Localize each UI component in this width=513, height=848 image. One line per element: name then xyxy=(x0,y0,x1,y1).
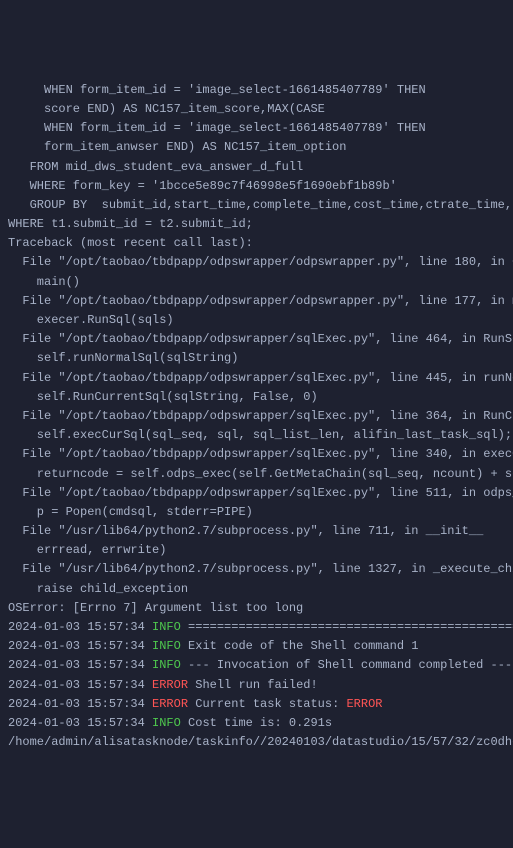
log-line: raise child_exception xyxy=(8,580,505,599)
log-line: self.RunCurrentSql(sqlString, False, 0) xyxy=(8,388,505,407)
log-timestamp: 2024-01-03 15:57:34 xyxy=(8,658,152,672)
log-level: INFO xyxy=(152,658,181,672)
log-line: 2024-01-03 15:57:34 INFO Exit code of th… xyxy=(8,637,505,656)
log-line: WHEN form_item_id = 'image_select-166148… xyxy=(8,81,505,100)
log-line: self.execCurSql(sql_seq, sql, sql_list_l… xyxy=(8,426,505,445)
log-line: GROUP BY submit_id,start_time,complete_t… xyxy=(8,196,505,215)
log-line: score END) AS NC157_item_score,MAX(CASE xyxy=(8,100,505,119)
log-level: INFO xyxy=(152,639,181,653)
log-level: INFO xyxy=(152,716,181,730)
log-line: File "/opt/taobao/tbdpapp/odpswrapper/sq… xyxy=(8,330,505,349)
log-message: Current task status: xyxy=(188,697,346,711)
log-message: Shell run failed! xyxy=(188,678,318,692)
log-line: 2024-01-03 15:57:34 INFO --- Invocation … xyxy=(8,656,505,675)
log-line: FROM mid_dws_student_eva_answer_d_full xyxy=(8,158,505,177)
log-line: File "/usr/lib64/python2.7/subprocess.py… xyxy=(8,560,505,579)
log-line: p = Popen(cmdsql, stderr=PIPE) xyxy=(8,503,505,522)
log-line: errread, errwrite) xyxy=(8,541,505,560)
log-timestamp: 2024-01-03 15:57:34 xyxy=(8,716,152,730)
log-line: 2024-01-03 15:57:34 INFO ===============… xyxy=(8,618,505,637)
log-line: File "/opt/taobao/tbdpapp/odpswrapper/sq… xyxy=(8,407,505,426)
log-line: returncode = self.odps_exec(self.GetMeta… xyxy=(8,465,505,484)
log-line: self.runNormalSql(sqlString) xyxy=(8,349,505,368)
log-line: File "/opt/taobao/tbdpapp/odpswrapper/sq… xyxy=(8,445,505,464)
log-line: execer.RunSql(sqls) xyxy=(8,311,505,330)
log-line: 2024-01-03 15:57:34 ERROR Current task s… xyxy=(8,695,505,714)
log-level: INFO xyxy=(152,620,181,634)
terminal-output: WHEN form_item_id = 'image_select-166148… xyxy=(8,81,505,753)
log-line: 2024-01-03 15:57:34 ERROR Shell run fail… xyxy=(8,676,505,695)
log-line: OSError: [Errno 7] Argument list too lon… xyxy=(8,599,505,618)
log-line: Traceback (most recent call last): xyxy=(8,234,505,253)
log-line: File "/opt/taobao/tbdpapp/odpswrapper/sq… xyxy=(8,369,505,388)
log-line: 2024-01-03 15:57:34 INFO Cost time is: 0… xyxy=(8,714,505,733)
log-file-path: /home/admin/alisatasknode/taskinfo//2024… xyxy=(8,733,505,752)
log-status: ERROR xyxy=(346,697,382,711)
log-message: --- Invocation of Shell command complete… xyxy=(181,658,512,672)
log-line: form_item_anwser END) AS NC157_item_opti… xyxy=(8,138,505,157)
log-line: File "/opt/taobao/tbdpapp/odpswrapper/od… xyxy=(8,253,505,272)
log-message: ========================================… xyxy=(181,620,513,634)
log-line: WHEN form_item_id = 'image_select-166148… xyxy=(8,119,505,138)
log-line: File "/opt/taobao/tbdpapp/odpswrapper/od… xyxy=(8,292,505,311)
log-timestamp: 2024-01-03 15:57:34 xyxy=(8,639,152,653)
log-timestamp: 2024-01-03 15:57:34 xyxy=(8,697,152,711)
log-line: main() xyxy=(8,273,505,292)
log-line: File "/usr/lib64/python2.7/subprocess.py… xyxy=(8,522,505,541)
log-message: Exit code of the Shell command 1 xyxy=(181,639,419,653)
log-message: Cost time is: 0.291s xyxy=(181,716,332,730)
log-line: WHERE t1.submit_id = t2.submit_id; xyxy=(8,215,505,234)
log-level: ERROR xyxy=(152,678,188,692)
log-timestamp: 2024-01-03 15:57:34 xyxy=(8,620,152,634)
log-line: WHERE form_key = '1bcce5e89c7f46998e5f16… xyxy=(8,177,505,196)
log-level: ERROR xyxy=(152,697,188,711)
log-timestamp: 2024-01-03 15:57:34 xyxy=(8,678,152,692)
